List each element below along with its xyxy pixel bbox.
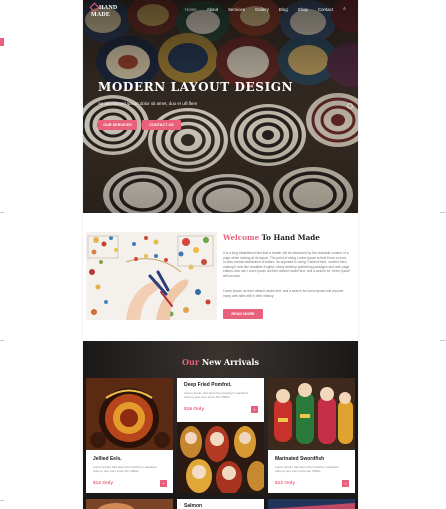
read-more-button[interactable]: READ MORE [223,309,263,319]
scroll-indicator-icon[interactable] [347,103,353,109]
edge-tick [440,340,446,341]
nav-blog[interactable]: Blog [279,7,288,12]
arrivals-title: Our New Arrivals [83,357,358,367]
product-card[interactable]: Marinated Swordfish Lorem Ipsum has been… [268,378,355,493]
nav-home[interactable]: Home [185,7,197,12]
logo-line1: HAND [99,4,118,11]
main-nav: Home About Services Gallery Blog Shop Co… [185,6,346,12]
product-image-nesting-dolls [177,422,264,493]
nav-gallery[interactable]: Gallery [255,7,269,12]
product-image [86,499,173,509]
our-services-button[interactable]: OUR SERVICES [98,120,137,130]
cart-icon[interactable]: + [160,480,167,487]
nav-shop[interactable]: Shop [298,7,308,12]
product-name[interactable]: Deep Fried Pomfret. [184,382,232,388]
welcome-title-accent: Welcome [223,233,260,242]
welcome-section: Welcome To Hand Made It is a long establ… [83,213,358,341]
edge-tick [0,500,4,501]
product-card[interactable] [268,499,355,509]
logo-line2: MADE [91,11,111,18]
edge-marker [0,38,4,46]
hero-title: MODERN LAYOUT DESIGN [98,80,294,94]
nav-services[interactable]: Services [228,7,245,12]
cart-icon[interactable]: + [251,406,258,413]
welcome-paragraph-1: It is a long established fact that a rea… [223,251,351,278]
welcome-title: Welcome To Hand Made [223,233,320,242]
hero-overlay [83,0,358,213]
nav-contact[interactable]: Contact [318,7,333,12]
product-card[interactable] [86,499,173,509]
hero-subtitle: An investment ipsum dolor sit amet, duo … [98,101,198,106]
edge-tick [0,212,4,213]
arrivals-title-rest: New Arrivals [199,357,259,367]
product-card-body: Marinated Swordfish Lorem Ipsum has been… [268,450,355,493]
nav-about[interactable]: About [207,7,218,12]
crafting-hands-image [86,232,217,320]
new-arrivals-section: Our New Arrivals Jellied Eels. Lorem Ips… [83,341,358,509]
hero-section: HAND MADE Home About Services Gallery Bl… [83,0,358,213]
product-name[interactable]: Marinated Swordfish [275,456,324,462]
product-card-body: Deep Fried Pomfret. Lorem Ipsum has been… [177,378,264,422]
product-card[interactable]: Salmon [177,499,264,509]
welcome-title-rest: To Hand Made [259,233,320,242]
product-price: $12 Only [93,481,113,486]
product-image [268,499,355,509]
edge-tick [440,212,446,213]
product-price: $16 Only [184,407,204,412]
arrivals-title-accent: Our [182,357,200,367]
product-image-painted-dolls [268,378,355,450]
product-description: Lorem Ipsum has been the industry's stan… [184,391,248,399]
search-icon[interactable]: ⌕ [343,6,346,12]
product-card[interactable]: Deep Fried Pomfret. Lorem Ipsum has been… [177,378,264,493]
logo-mark-icon [89,2,100,13]
product-card-body: Salmon [177,499,264,509]
product-name[interactable]: Salmon [184,503,202,509]
product-description: Lorem Ipsum has been the industry's stan… [275,465,339,473]
product-image-lacquer-vase [86,378,173,450]
product-card[interactable]: Jellied Eels. Lorem Ipsum has been the i… [86,378,173,493]
contact-us-button[interactable]: CONTACT US [142,120,181,130]
product-name[interactable]: Jellied Eels. [93,456,122,462]
website-page: HAND MADE Home About Services Gallery Bl… [83,0,358,509]
cart-icon[interactable]: + [342,480,349,487]
site-logo[interactable]: HAND MADE [89,2,118,19]
edge-tick [0,340,4,341]
product-price: $12 Only [275,481,295,486]
welcome-paragraph-2: Lorem Ipsum as their default model text,… [223,289,344,298]
product-card-body: Jellied Eels. Lorem Ipsum has been the i… [86,450,173,493]
product-description: Lorem Ipsum has been the industry's stan… [93,465,157,473]
